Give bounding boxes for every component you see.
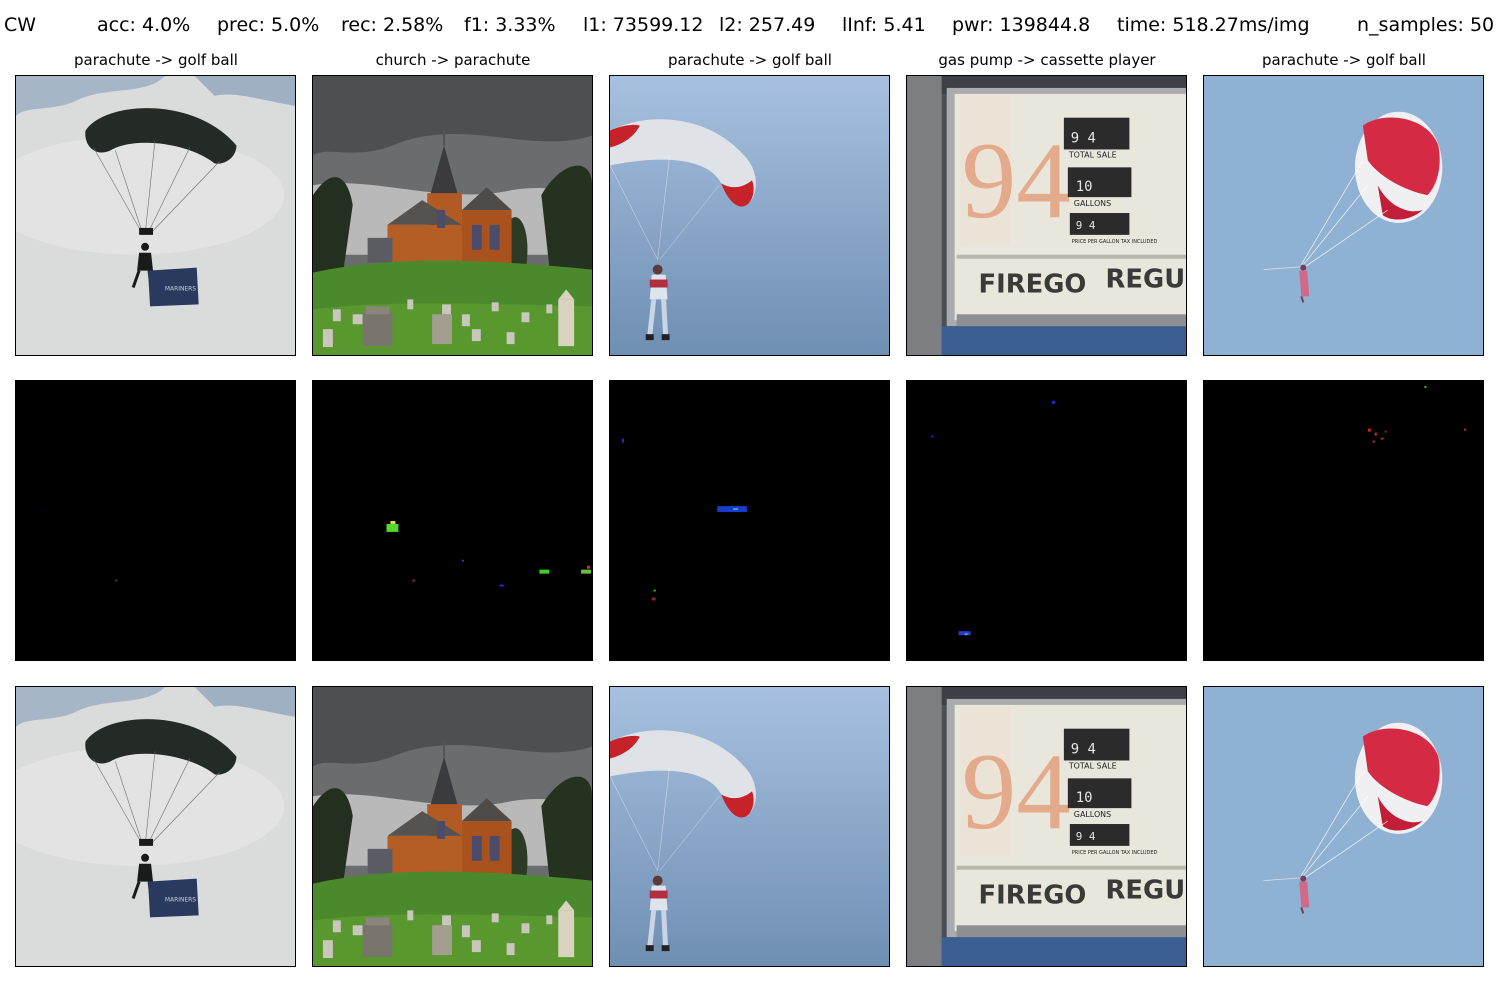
method-label: CW [4,14,37,36]
pwr-metric: pwr: 139844.8 [952,14,1091,36]
column-title: parachute -> golf ball [74,51,238,69]
svg-text:10: 10 [1076,790,1093,806]
svg-text:MARINERS: MARINERS [165,285,196,292]
perturbation-map [906,380,1187,661]
svg-text:REGUL: REGUL [1106,875,1186,905]
svg-text:FIREGO: FIREGO [978,880,1086,910]
metrics-header: CW acc: 4.0% prec: 5.0% rec: 2.58% f1: 3… [0,14,1500,42]
adversarial-image-parachutist: MARINERS [15,686,296,967]
svg-text:GALLONS: GALLONS [1074,199,1111,208]
perturbation-map [15,380,296,661]
original-image-gas-pump: 94 9 4 TOTAL SALE 10 GALLONS 9 4 PRICE P… [906,75,1187,356]
adversarial-image-church [312,686,593,967]
svg-text:9 4: 9 4 [1076,219,1096,232]
prec-metric: prec: 5.0% [217,14,320,36]
time-metric: time: 518.27ms/img [1117,14,1310,36]
column-title: parachute -> golf ball [1262,51,1426,69]
original-image-red-parachute [1203,75,1484,356]
linf-metric: lInf: 5.41 [842,14,926,36]
perturbation-map [312,380,593,661]
l1-metric: l1: 73599.12 [583,14,704,36]
svg-text:TOTAL SALE: TOTAL SALE [1068,761,1117,770]
svg-text:94: 94 [962,120,1071,241]
l2-metric: l2: 257.49 [719,14,816,36]
svg-text:GALLONS: GALLONS [1074,810,1111,819]
svg-text:9 4: 9 4 [1071,742,1096,758]
rec-metric: rec: 2.58% [341,14,444,36]
column-title: gas pump -> cassette player [938,51,1156,69]
adversarial-image-gas-pump: 94 9 4 TOTAL SALE 10 GALLONS 9 4 PRICE P… [906,686,1187,967]
column-title: parachute -> golf ball [668,51,832,69]
n-samples-metric: n_samples: 50 [1357,14,1495,36]
column-title: church -> parachute [375,51,531,69]
svg-text:REGUL: REGUL [1106,264,1186,294]
perturbation-map [1203,380,1484,661]
svg-text:TOTAL SALE: TOTAL SALE [1068,150,1117,159]
original-image-parachutist: MARINERS [15,75,296,356]
adversarial-image-red-parachute [1203,686,1484,967]
original-image-skydiver [609,75,890,356]
svg-text:PRICE PER GALLON TAX INCLUDED: PRICE PER GALLON TAX INCLUDED [1072,239,1158,245]
svg-text:10: 10 [1076,179,1093,195]
f1-metric: f1: 3.33% [464,14,556,36]
svg-text:94: 94 [962,731,1071,852]
svg-text:9 4: 9 4 [1076,830,1096,843]
acc-metric: acc: 4.0% [97,14,191,36]
adversarial-image-skydiver [609,686,890,967]
svg-text:PRICE PER GALLON TAX INCLUDED: PRICE PER GALLON TAX INCLUDED [1072,850,1158,856]
svg-text:9 4: 9 4 [1071,131,1096,147]
svg-text:MARINERS: MARINERS [165,896,196,903]
perturbation-map [609,380,890,661]
svg-text:FIREGO: FIREGO [978,269,1086,299]
original-image-church [312,75,593,356]
